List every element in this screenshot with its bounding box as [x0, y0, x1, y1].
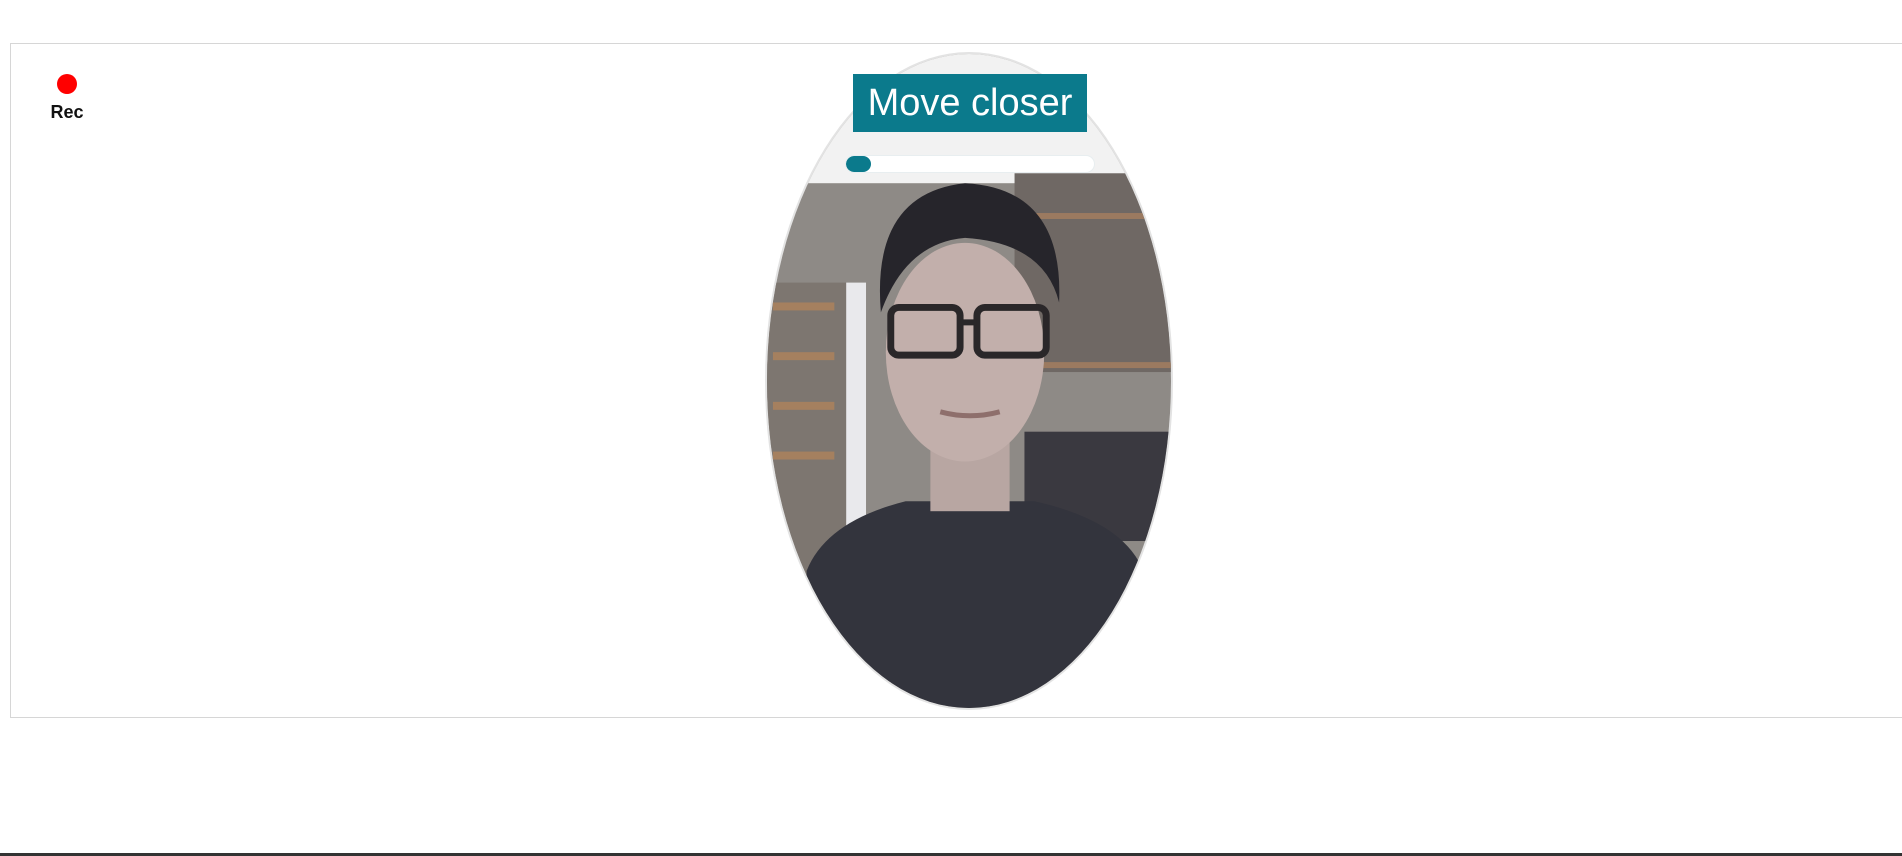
recording-indicator: Rec — [39, 74, 95, 123]
camera-video-feed — [767, 54, 1171, 708]
capture-progress-fill — [846, 156, 871, 172]
instruction-banner: Move closer — [853, 74, 1087, 132]
page: Rec Move closer — [0, 0, 1902, 856]
recording-label: Rec — [50, 102, 84, 122]
recording-dot-icon — [57, 74, 77, 94]
capture-progress-bar — [845, 155, 1095, 173]
face-oval-viewport — [765, 52, 1173, 710]
